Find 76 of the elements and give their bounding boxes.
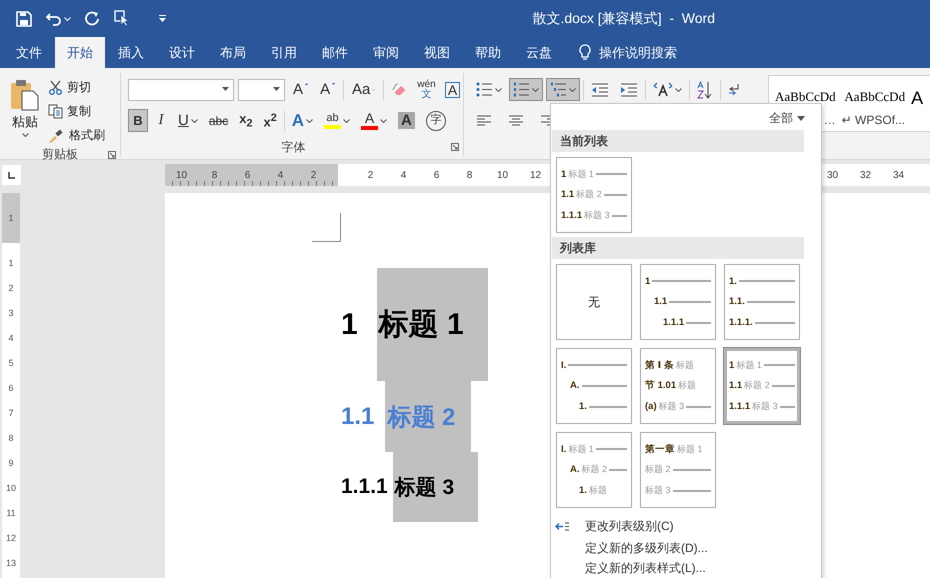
heading-label: 标题 2 — [576, 188, 602, 202]
ruler-number: 9 — [8, 457, 14, 468]
list-number: I. — [561, 360, 566, 371]
list-number: 第一章 — [645, 442, 675, 456]
ruler-number: 11 — [6, 507, 16, 518]
ruler-number: 32 — [858, 170, 872, 180]
list-number: 1.1.1 — [561, 210, 582, 222]
list-number: 1.1 — [654, 296, 668, 308]
list-number: 1.1.1. — [729, 317, 753, 328]
ruler-number: 4 — [400, 170, 408, 180]
heading-label: 标题 1 — [568, 442, 594, 456]
list-number: 1. — [579, 485, 587, 496]
heading-label: 标题 1 — [568, 168, 594, 181]
list-number: 1. — [579, 401, 587, 412]
section-header: 列表库 — [552, 237, 804, 259]
ruler-number: 3 — [8, 307, 14, 318]
ruler-number: 2 — [366, 170, 374, 180]
ruler-number: 12 — [528, 170, 542, 180]
heading-label: 标题 2 — [744, 379, 770, 392]
ruler-number: 12 — [6, 532, 16, 543]
ruler-number: 10 — [496, 170, 510, 180]
heading-label: 标题 — [588, 484, 607, 498]
list-number: A. — [570, 464, 580, 476]
list-number: 1.1 — [729, 380, 742, 392]
heading-text: 标题 2 — [385, 381, 472, 452]
window-title: 散文.docx [兼容模式] - Word — [532, 10, 715, 28]
ruler-number: 4 — [276, 170, 284, 180]
ruler-number: 8 — [8, 432, 14, 443]
ruler-number: 2 — [8, 282, 14, 293]
group-label: 字体 — [282, 138, 306, 156]
ruler-number: 6 — [432, 170, 440, 180]
list-number: 1 — [729, 360, 734, 371]
heading-label: 标题 3 — [752, 400, 778, 414]
ruler-number: 10 — [6, 482, 16, 493]
list-number: 1 — [561, 168, 566, 180]
heading-label: 标题 2 — [582, 463, 608, 476]
ruler-number: 10 — [174, 170, 188, 180]
ruler-number: 6 — [8, 382, 14, 393]
list-number: 第 Ⅰ 条 — [645, 358, 674, 372]
heading-text: 标题 3 — [392, 452, 478, 522]
ruler-number: 5 — [8, 357, 14, 368]
ruler-number: 6 — [244, 170, 252, 180]
ruler-number: 8 — [210, 170, 218, 180]
list-number: 1.1.1 — [729, 401, 750, 412]
list-number: 1.1 — [561, 189, 574, 200]
heading-number: 1 — [341, 308, 358, 342]
list-number: A. — [570, 380, 580, 392]
ruler-number: 1 — [8, 212, 14, 225]
list-number: 节 1.01 — [645, 379, 676, 392]
heading-number: 1.1.1 — [341, 475, 388, 499]
ruler-number: 7 — [8, 407, 14, 418]
heading-number: 1.1 — [341, 402, 374, 430]
heading-label: 标题 3 — [658, 400, 684, 414]
heading-label: 标题 1 — [736, 358, 762, 372]
ruler-number: 30 — [826, 170, 840, 180]
ruler-number: 4 — [8, 332, 14, 343]
list-number: 1. — [729, 276, 737, 287]
list-number: 1.1. — [729, 296, 745, 308]
heading-label: 标题 2 — [645, 463, 671, 476]
list-number: 1 — [645, 276, 650, 287]
ruler-number: 8 — [466, 170, 474, 180]
list-number: (a) — [645, 401, 657, 412]
heading-label: 标题 3 — [584, 209, 610, 222]
heading-text: 标题 1 — [376, 268, 488, 381]
heading-label: 标题 — [676, 358, 694, 372]
ruler-number: 2 — [310, 170, 318, 180]
list-number: 1.1.1 — [663, 317, 684, 328]
heading-label: 标题 — [678, 379, 696, 392]
group-label: 剪贴板 — [42, 146, 78, 163]
ruler-number: 13 — [6, 557, 16, 568]
list-number: I. — [561, 444, 566, 455]
heading-label: 标题 1 — [677, 442, 703, 456]
ruler-number: 1 — [8, 257, 14, 268]
heading-label: 标题 3 — [645, 484, 671, 498]
section-header: 当前列表 — [552, 130, 804, 152]
ruler-number: 34 — [892, 170, 906, 180]
